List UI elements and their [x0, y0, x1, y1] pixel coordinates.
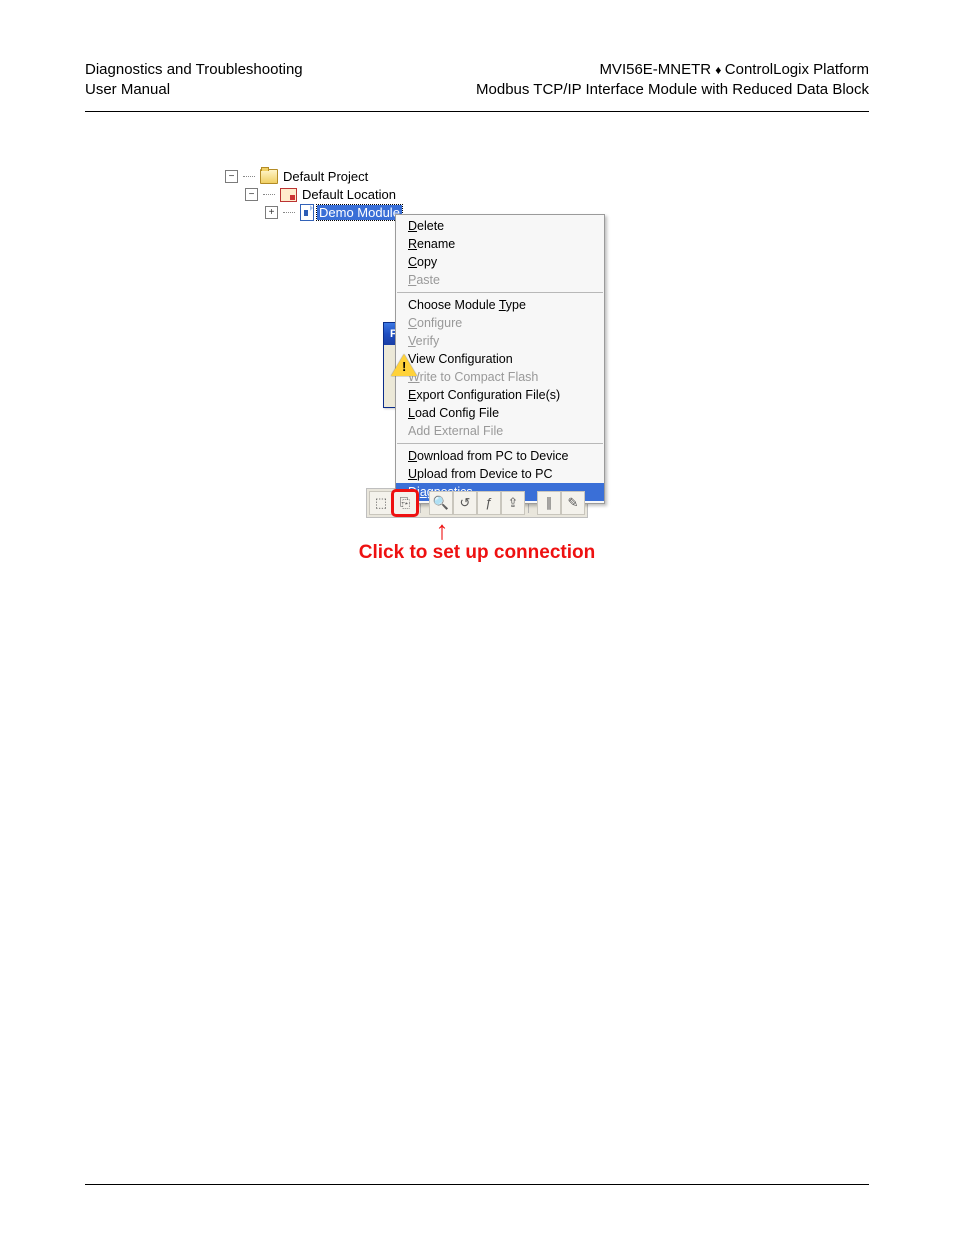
toolbar-btn-function[interactable]: ƒ — [477, 491, 501, 515]
toolbar-group-2: 🔍 ↺ ƒ ⇪ — [429, 491, 525, 515]
header-left-line1: Diagnostics and Troubleshooting — [85, 60, 303, 80]
module-icon — [300, 204, 314, 221]
product-code: MVI56E-MNETR — [599, 61, 711, 78]
tree-label-location: Default Location — [300, 187, 398, 202]
refresh-icon: ↺ — [460, 495, 471, 511]
menu-separator — [397, 292, 603, 293]
menu-download-pre: D — [408, 449, 417, 463]
toolbar-group-1: ⬚ ⎘ — [369, 491, 417, 515]
menu-configure-label: onfigure — [417, 316, 462, 330]
menu-diag-u: a — [420, 485, 427, 499]
tree-row-location[interactable]: − Default Location — [245, 186, 635, 204]
warning-icon: ! — [392, 354, 415, 376]
menu-download-post: ownload from PC to Device — [417, 449, 568, 463]
header-right-line1: MVI56E-MNETR ♦ ControlLogix Platform — [476, 60, 869, 80]
page-header: Diagnostics and Troubleshooting User Man… — [85, 60, 869, 112]
chart-icon: ∥ — [546, 495, 553, 511]
manual-page: Diagnostics and Troubleshooting User Man… — [0, 0, 954, 1235]
toolbar-btn-connection-setup[interactable]: ⎘ — [393, 491, 417, 515]
menu-rename-label: ename — [417, 237, 455, 251]
function-icon: ƒ — [485, 495, 492, 510]
toolbar-group-3: ∥ ✎ — [537, 491, 585, 515]
toolbar: ⬚ ⎘ 🔍 ↺ ƒ ⇪ ∥ ✎ — [366, 488, 588, 518]
menu-upload-pre: U — [408, 467, 417, 481]
menu-choose-pre: Choose Module — [408, 298, 499, 312]
search-icon: 🔍 — [433, 495, 449, 511]
toolbar-btn-refresh[interactable]: ↺ — [453, 491, 477, 515]
menu-upload-post: pload from Device to PC — [417, 467, 552, 481]
menu-paste-label: aste — [416, 273, 440, 287]
menu-delete-label: elete — [417, 219, 444, 233]
collapse-icon[interactable]: − — [245, 188, 258, 201]
menu-configure: Configure — [396, 314, 604, 332]
generic-tool-icon: ⬚ — [375, 495, 387, 511]
toolbar-btn-upload[interactable]: ⇪ — [501, 491, 525, 515]
menu-copy[interactable]: Copy — [396, 253, 604, 271]
tree-connector — [243, 176, 255, 177]
menu-load-post: oad Config File — [415, 406, 499, 420]
menu-choose-module-type[interactable]: Choose Module Type — [396, 296, 604, 314]
menu-rename[interactable]: Rename — [396, 235, 604, 253]
collapse-icon[interactable]: − — [225, 170, 238, 183]
tree-label-project: Default Project — [281, 169, 370, 184]
menu-write-compact-flash: Write to Compact Flash — [396, 368, 604, 386]
toolbar-btn-edit[interactable]: ✎ — [561, 491, 585, 515]
menu-verify: Verify — [396, 332, 604, 350]
menu-upload-device-to-pc[interactable]: Upload from Device to PC — [396, 465, 604, 483]
menu-export-post: xport Configuration File(s) — [416, 388, 560, 402]
toolbar-caption: Click to set up connection — [359, 542, 595, 564]
menu-choose-u: T — [499, 298, 506, 312]
edit-icon: ✎ — [568, 495, 579, 511]
menu-choose-post: ype — [506, 298, 526, 312]
tree-row-project[interactable]: − Default Project — [225, 168, 635, 186]
toolbar-btn-1[interactable]: ⬚ — [369, 491, 393, 515]
menu-delete[interactable]: Delete — [396, 217, 604, 235]
menu-add-external-file: Add External File — [396, 422, 604, 440]
toolbar-btn-chart[interactable]: ∥ — [537, 491, 561, 515]
folder-icon — [260, 169, 278, 184]
platform-name: ControlLogix Platform — [725, 61, 869, 78]
tree-label-module-selected: Demo Module — [317, 205, 402, 220]
toolbar-btn-zoom[interactable]: 🔍 — [429, 491, 453, 515]
menu-separator — [397, 443, 603, 444]
menu-verify-label: erify — [416, 334, 440, 348]
menu-load-config[interactable]: Load Config File — [396, 404, 604, 422]
menu-write-post: rite to Compact Flash — [420, 370, 539, 384]
arrow-up-icon: ↑ — [436, 520, 449, 540]
diamond-icon: ♦ — [715, 63, 724, 77]
tree-connector — [283, 212, 295, 213]
menu-paste: Paste — [396, 271, 604, 289]
menu-view-configuration[interactable]: View Configuration — [396, 350, 604, 368]
menu-export-config[interactable]: Export Configuration File(s) — [396, 386, 604, 404]
menu-download-pc-to-device[interactable]: Download from PC to Device — [396, 447, 604, 465]
menu-copy-label: opy — [417, 255, 437, 269]
header-right: MVI56E-MNETR ♦ ControlLogix Platform Mod… — [476, 60, 869, 101]
expand-icon[interactable]: + — [265, 206, 278, 219]
location-icon — [280, 188, 297, 202]
connection-setup-icon: ⎘ — [400, 495, 410, 511]
menu-load-pre: L — [408, 406, 415, 420]
context-menu: Delete Rename Copy Paste Choose Module T… — [395, 214, 605, 504]
tree-contextmenu-screenshot: − Default Project − Default Location + D… — [225, 168, 635, 222]
page-footer-rule — [85, 1184, 869, 1185]
header-right-line2: Modbus TCP/IP Interface Module with Redu… — [476, 80, 869, 100]
toolbar-screenshot: ⬚ ⎘ 🔍 ↺ ƒ ⇪ ∥ ✎ ↑ Click to set up connec… — [85, 488, 869, 564]
tree-connector — [263, 194, 275, 195]
upload-icon: ⇪ — [508, 495, 519, 511]
header-left-line2: User Manual — [85, 80, 303, 100]
header-left: Diagnostics and Troubleshooting User Man… — [85, 60, 303, 101]
